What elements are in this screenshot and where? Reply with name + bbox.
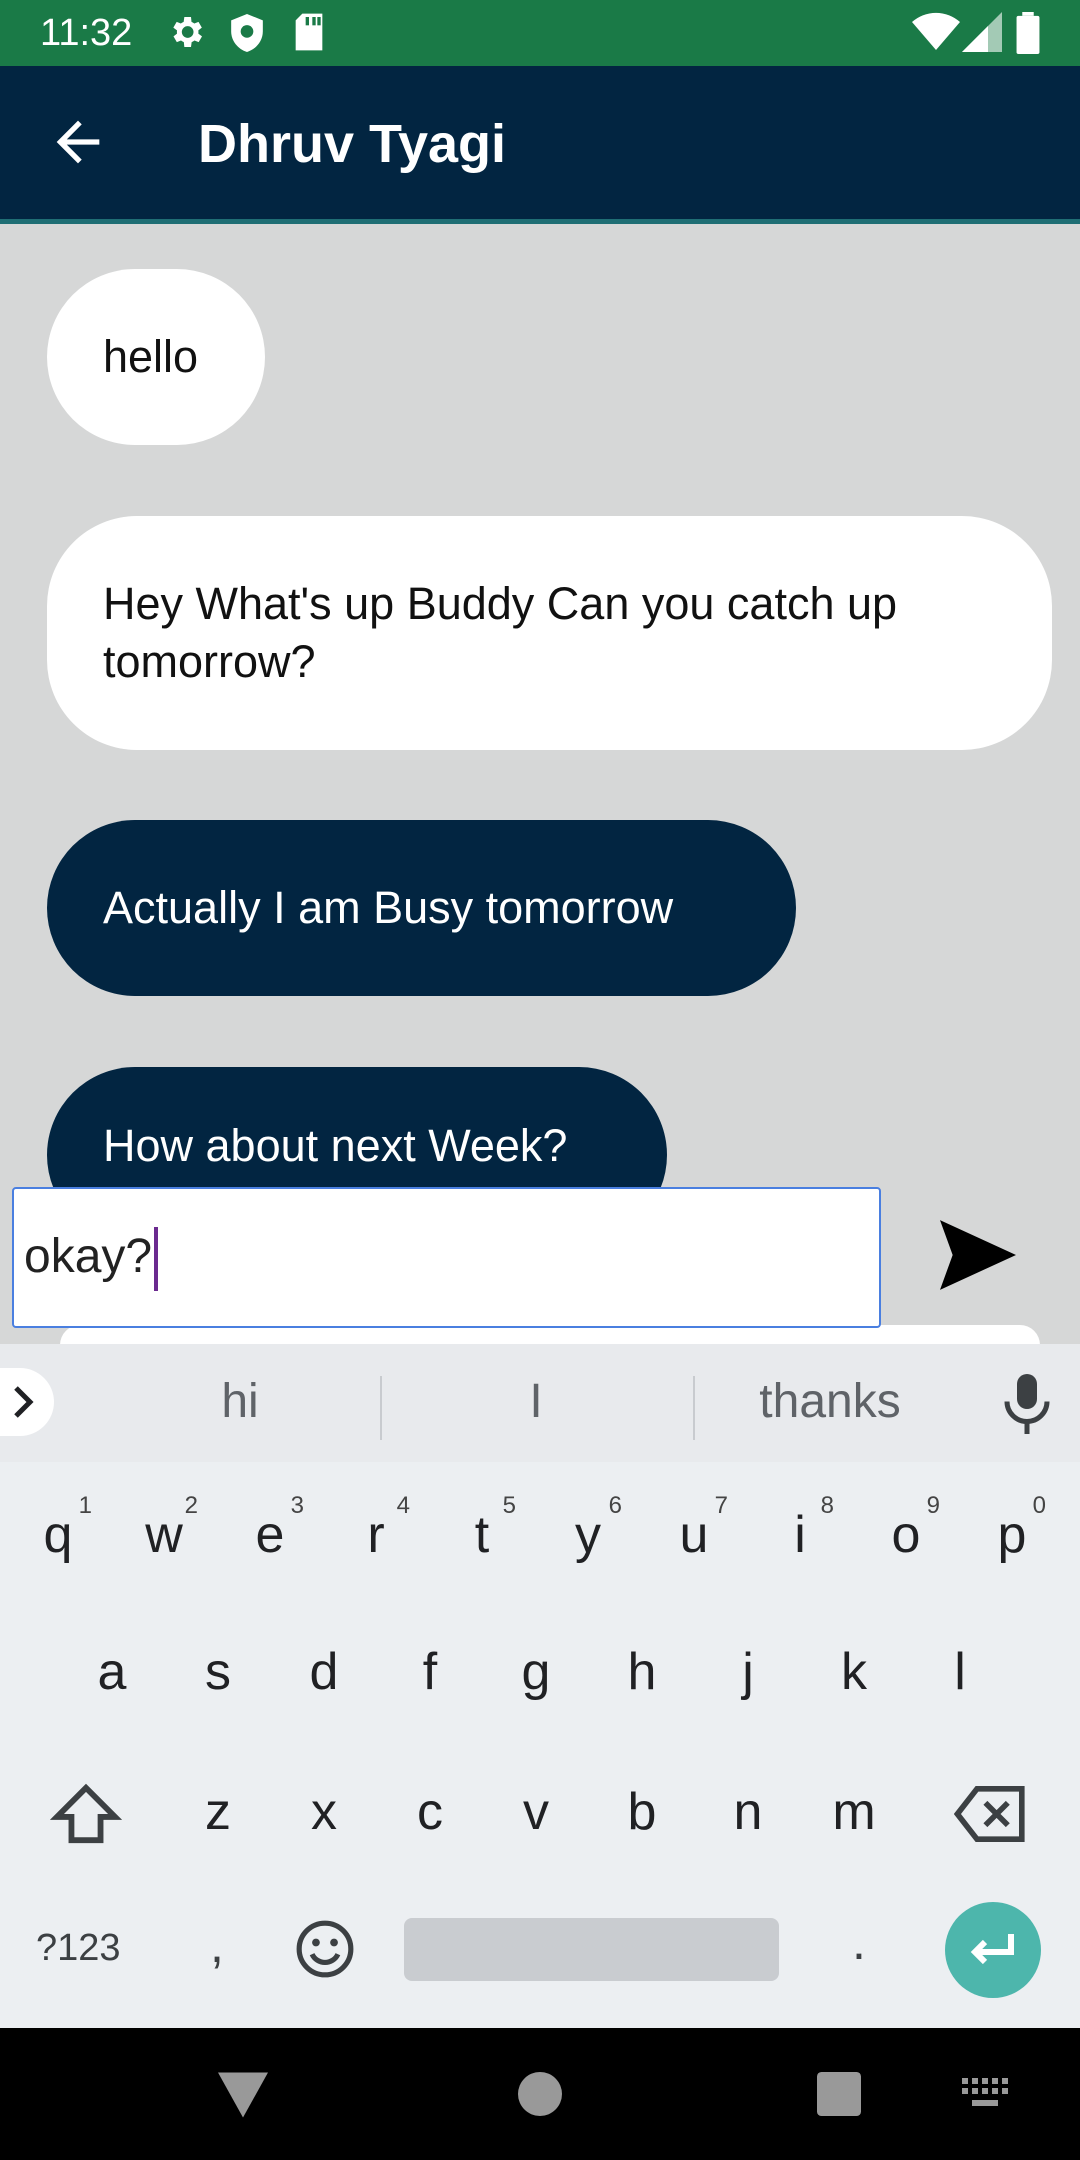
message-bubble-partial — [60, 1325, 1040, 1345]
key-w[interactable]: w2 — [114, 1480, 214, 1590]
key-r[interactable]: r4 — [326, 1480, 426, 1590]
key-u[interactable]: u7 — [644, 1480, 744, 1590]
key-k[interactable]: k — [804, 1617, 904, 1727]
expand-toolbar-button[interactable] — [0, 1368, 54, 1436]
key-m[interactable]: m — [804, 1757, 904, 1867]
status-bar: 11:32 — [0, 0, 1080, 66]
battery-icon — [1016, 12, 1040, 54]
suggestion-2[interactable]: I — [500, 1372, 572, 1432]
shield-icon — [231, 14, 263, 52]
key-t[interactable]: t5 — [432, 1480, 532, 1590]
key-e[interactable]: e3 — [220, 1480, 320, 1590]
signal-icon — [962, 12, 1002, 52]
message-input-value: okay? — [24, 1227, 159, 1292]
shift-icon[interactable] — [50, 1782, 122, 1846]
key-j[interactable]: j — [698, 1617, 798, 1727]
message-bubble-outgoing[interactable]: Actually I am Busy tomorrow — [47, 820, 796, 996]
key-l[interactable]: l — [910, 1617, 1010, 1727]
suggestion-3[interactable]: thanks — [740, 1372, 920, 1432]
text-caret — [154, 1227, 159, 1292]
suggestion-1[interactable]: hi — [180, 1372, 300, 1432]
key-y[interactable]: y6 — [538, 1480, 638, 1590]
key-v[interactable]: v — [486, 1757, 586, 1867]
navigation-bar — [0, 2028, 1080, 2160]
microphone-icon[interactable] — [1002, 1374, 1052, 1434]
wifi-icon — [912, 12, 960, 51]
key-comma[interactable]: , — [210, 1915, 224, 1975]
key-f[interactable]: f — [380, 1617, 480, 1727]
key-period[interactable]: . — [852, 1912, 866, 1972]
key-o[interactable]: o9 — [856, 1480, 956, 1590]
chevron-right-icon — [14, 1386, 34, 1418]
recents-nav-icon[interactable] — [817, 2072, 861, 2116]
message-input[interactable]: okay? — [12, 1187, 881, 1328]
key-z[interactable]: z — [168, 1757, 268, 1867]
home-nav-icon[interactable] — [518, 2072, 562, 2116]
keyboard-switch-icon[interactable] — [962, 2078, 1012, 2110]
backspace-icon[interactable] — [954, 1786, 1028, 1842]
key-p[interactable]: p0 — [962, 1480, 1062, 1590]
key-h[interactable]: h — [592, 1617, 692, 1727]
sd-card-icon — [295, 13, 323, 51]
back-nav-icon[interactable] — [218, 2072, 268, 2118]
contact-name: Dhruv Tyagi — [198, 114, 507, 174]
message-text: How about next Week? — [103, 1120, 568, 1171]
send-icon[interactable] — [940, 1220, 1016, 1290]
chat-area[interactable]: hello Hey What's up Buddy Can you catch … — [0, 224, 1080, 1344]
message-bubble-incoming[interactable]: Hey What's up Buddy Can you catch up tom… — [47, 516, 1052, 750]
key-q[interactable]: q1 — [8, 1480, 108, 1590]
message-text: Actually I am Busy tomorrow — [103, 882, 674, 933]
space-bar[interactable] — [404, 1918, 779, 1981]
status-time: 11:32 — [40, 12, 133, 54]
message-bubble-incoming[interactable]: hello — [47, 269, 265, 445]
key-g[interactable]: g — [486, 1617, 586, 1727]
key-b[interactable]: b — [592, 1757, 692, 1867]
key-a[interactable]: a — [62, 1617, 162, 1727]
message-text: hello — [103, 331, 199, 382]
suggestion-strip: hi I thanks — [0, 1344, 1080, 1462]
key-s[interactable]: s — [168, 1617, 268, 1727]
settings-icon — [173, 17, 202, 47]
suggestion-divider — [693, 1376, 695, 1440]
arrow-back-icon[interactable] — [46, 110, 110, 174]
key-c[interactable]: c — [380, 1757, 480, 1867]
enter-icon — [970, 1934, 1014, 1965]
key-x[interactable]: x — [274, 1757, 374, 1867]
app-bar: Dhruv Tyagi — [0, 66, 1080, 224]
suggestion-divider — [380, 1376, 382, 1440]
emoji-icon[interactable] — [294, 1918, 356, 1980]
key-d[interactable]: d — [274, 1617, 374, 1727]
key-n[interactable]: n — [698, 1757, 798, 1867]
symbols-key[interactable]: ?123 — [36, 1923, 121, 1973]
message-text: Hey What's up Buddy Can you catch up tom… — [103, 578, 898, 687]
enter-key[interactable] — [945, 1902, 1041, 1998]
key-i[interactable]: i8 — [750, 1480, 850, 1590]
